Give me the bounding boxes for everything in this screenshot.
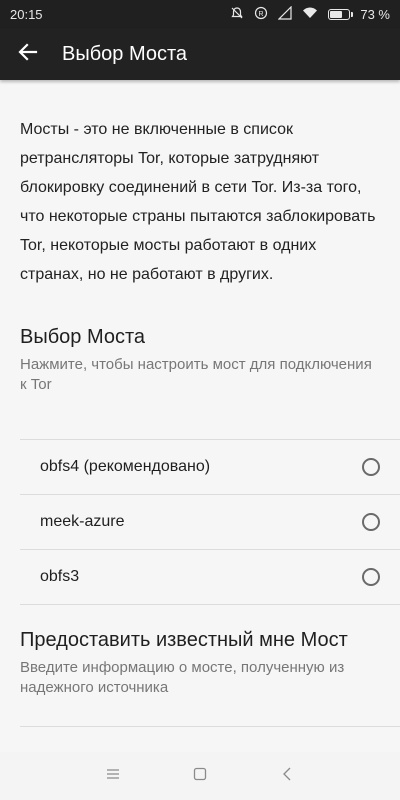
settings-content[interactable]: Мосты - это не включенные в список ретра… (0, 80, 400, 752)
radio-button[interactable] (362, 458, 380, 476)
page-title: Выбор Моста (62, 42, 188, 65)
svg-text:R: R (259, 11, 264, 18)
known-bridge-subtitle: Введите информацию о мосте, полученную и… (20, 659, 345, 696)
radio-button[interactable] (362, 513, 380, 531)
bridge-option-meek-azure[interactable]: meek-azure (20, 495, 400, 550)
bridge-option-label: meek-azure (40, 513, 125, 530)
registered-icon: R (254, 6, 268, 23)
menu-icon (106, 767, 120, 785)
bridges-description: Мосты - это не включенные в список ретра… (20, 121, 376, 283)
app-bar: Выбор Моста (0, 28, 400, 80)
alarm-off-icon (230, 6, 244, 23)
known-bridge-title: Предоставить известный мне Мост (20, 629, 348, 651)
status-time: 20:15 (10, 6, 43, 22)
home-button[interactable] (180, 756, 220, 796)
battery-percent: 73 % (360, 6, 390, 22)
wifi-icon (302, 6, 318, 22)
home-square-icon (193, 767, 207, 786)
arrow-left-icon (17, 41, 39, 68)
system-back-button[interactable] (267, 756, 307, 796)
bridge-choice-title: Выбор Моста (20, 326, 146, 348)
back-chevron-icon (282, 767, 292, 786)
bridge-choice-section: Выбор Моста Нажмите, чтобы настроить мос… (0, 326, 400, 395)
known-bridge-item[interactable]: Предоставить известный мне Мост Введите … (0, 629, 400, 698)
bridge-option-obfs3[interactable]: obfs3 (20, 550, 400, 605)
bridge-option-label: obfs3 (40, 568, 80, 585)
bridge-options-list: obfs4 (рекомендовано) meek-azure obfs3 (0, 439, 400, 605)
bridge-choice-subtitle: Нажмите, чтобы настроить мост для подклю… (20, 356, 372, 393)
navigation-bar (0, 752, 400, 800)
section-divider (20, 726, 400, 727)
bridge-option-label: obfs4 (рекомендовано) (40, 458, 211, 475)
status-bar: 20:15 R 73 % (0, 0, 400, 28)
radio-button[interactable] (362, 568, 380, 586)
signal-icon (277, 5, 292, 23)
status-icons: R 73 % (230, 5, 390, 23)
back-button[interactable] (6, 32, 50, 76)
menu-button[interactable] (93, 756, 133, 796)
battery-icon (328, 8, 354, 20)
bridge-option-obfs4[interactable]: obfs4 (рекомендовано) (20, 440, 400, 495)
